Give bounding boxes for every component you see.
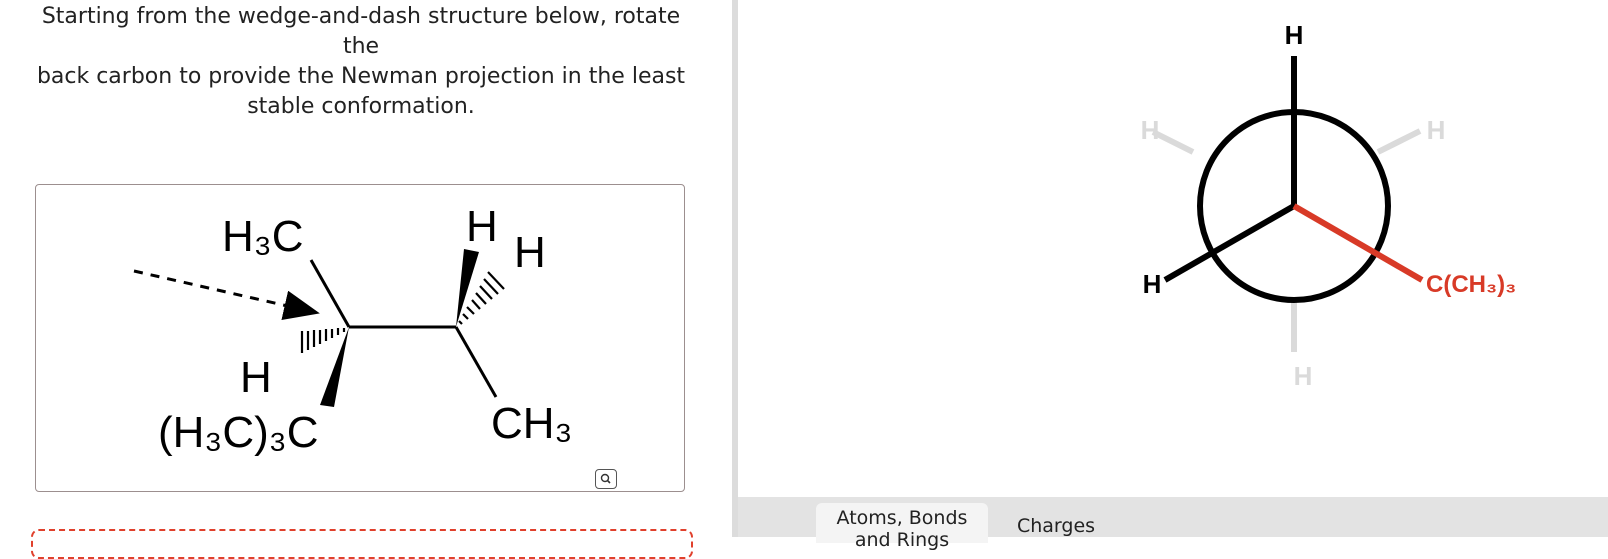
- wedge-dash-structure-box: H₃C H (H₃C)₃C H H CH₃: [35, 184, 685, 492]
- bond-c2-ch3: [454, 326, 498, 398]
- question-line-3: stable conformation.: [247, 94, 475, 119]
- wedge-dash-structure: H₃C H (H₃C)₃C H H CH₃: [133, 202, 572, 457]
- bond-c1-h3c: [309, 259, 351, 328]
- tab-charges[interactable]: Charges: [1006, 503, 1106, 543]
- zoom-button[interactable]: [595, 469, 617, 489]
- viewing-arrow: [133, 269, 320, 320]
- answer-drop-zone[interactable]: [31, 529, 693, 559]
- label-h3c-top: H₃C: [222, 212, 303, 261]
- newman-projection[interactable]: H H C(CH₃)₃ H H H: [738, 0, 1608, 497]
- tab-atoms-label-line2: and Rings: [854, 529, 950, 551]
- question-text: Starting from the wedge-and-dash structu…: [28, 2, 694, 122]
- wedge-c1-tbu: [320, 327, 349, 407]
- newman-back-upper-right-label[interactable]: H: [1427, 115, 1446, 145]
- newman-front-left-label[interactable]: H: [1143, 269, 1162, 299]
- label-h-top-1: H: [466, 202, 498, 251]
- label-h-left: H: [240, 353, 272, 402]
- front-bond-right[interactable]: [1292, 203, 1424, 283]
- newman-front-right-label[interactable]: C(CH₃)₃: [1426, 271, 1516, 298]
- back-bond-upper-right[interactable]: [1376, 128, 1422, 155]
- newman-back-upper-left-label[interactable]: H: [1141, 115, 1160, 145]
- front-bond-left[interactable]: [1163, 203, 1296, 283]
- hash-c1-h: [300, 328, 346, 353]
- tab-atoms-label-line1: Atoms, Bonds: [836, 507, 968, 529]
- newman-back-bottom-label[interactable]: H: [1294, 361, 1313, 391]
- drawing-toolbar: Atoms, Bonds and Rings Charges: [738, 497, 1608, 551]
- label-h-top-2: H: [514, 228, 546, 277]
- tab-atoms-bonds-rings[interactable]: Atoms, Bonds and Rings: [816, 503, 988, 551]
- label-tbu: (H₃C)₃C: [158, 408, 318, 457]
- newman-front-top-label[interactable]: H: [1285, 20, 1304, 50]
- magnifier-zoom-icon: [600, 473, 611, 484]
- drawing-canvas-panel[interactable]: H H C(CH₃)₃ H H H Atoms, Bonds and Rings…: [738, 0, 1608, 551]
- question-line-2: back carbon to provide the Newman projec…: [36, 64, 686, 89]
- label-ch3: CH₃: [491, 399, 572, 448]
- question-panel: Starting from the wedge-and-dash structu…: [0, 0, 732, 559]
- question-line-1: Starting from the wedge-and-dash structu…: [41, 4, 681, 59]
- wedge-c2-h: [456, 249, 479, 327]
